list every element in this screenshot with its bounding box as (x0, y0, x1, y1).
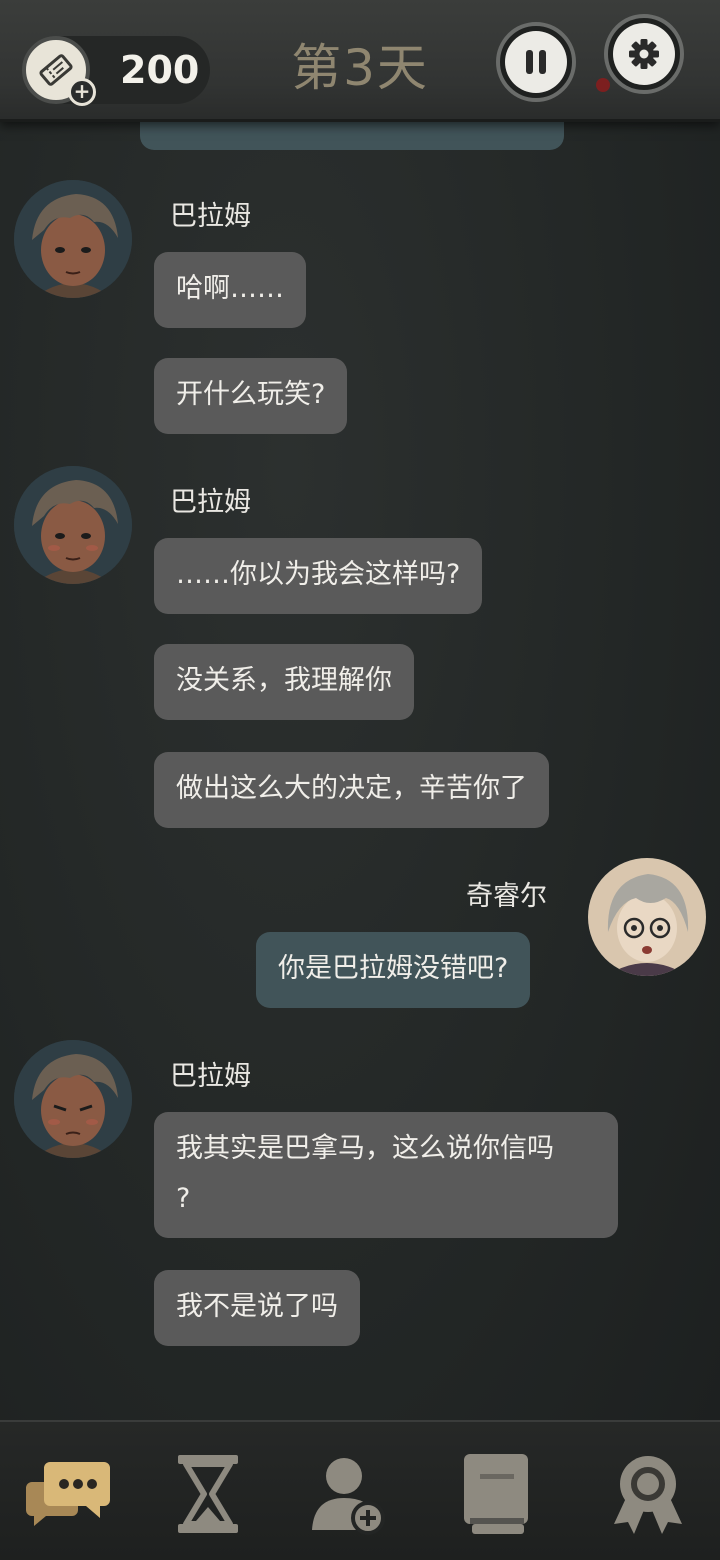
pause-button[interactable] (496, 22, 576, 102)
sender-name: 巴拉姆 (170, 1061, 251, 1092)
ticket-count: 200 (120, 48, 200, 92)
top-bar: + 200 第3天 (0, 0, 720, 122)
ticket-counter[interactable]: + 200 (22, 36, 210, 106)
nav-timeline[interactable] (158, 1444, 258, 1544)
message-bubble: 做出这么大的决定，辛苦你了 (154, 752, 549, 828)
sender-name: 巴拉姆 (170, 201, 251, 232)
day-title: 第3天 (291, 39, 429, 97)
book-icon (464, 1454, 528, 1534)
avatar-balamu[interactable] (14, 466, 132, 584)
notification-dot (596, 78, 610, 92)
message-bubble: 哈啊…… (154, 252, 306, 328)
avatar-balamu[interactable] (14, 180, 132, 298)
nav-achievements[interactable] (598, 1444, 698, 1544)
message-bubble: 开什么玩笑? (154, 358, 348, 434)
bottom-nav (0, 1420, 720, 1560)
settings-button[interactable] (604, 14, 684, 94)
achievement-medal-icon (614, 1456, 682, 1534)
avatar-balamu[interactable] (14, 1040, 132, 1158)
nav-notebook[interactable] (446, 1444, 546, 1544)
message-bubble (140, 122, 564, 150)
message-bubble: 你是巴拉姆没错吧? (256, 932, 531, 1008)
chat-log[interactable]: 巴拉姆 哈啊…… 开什么玩笑? 巴拉姆 ……你以为我会这样吗? 没关系，我理解你… (0, 122, 720, 1418)
pause-icon (526, 50, 546, 74)
gear-icon (629, 39, 659, 69)
message-bubble: 没关系，我理解你 (154, 644, 414, 720)
message-bubble: ……你以为我会这样吗? (154, 538, 483, 614)
message-bubble: 我其实是巴拿马，这么说你信吗 ? (154, 1112, 618, 1238)
plus-icon[interactable]: + (68, 78, 96, 106)
add-contact-icon (312, 1458, 385, 1535)
sender-name: 奇睿尔 (466, 881, 547, 912)
chat-bubbles-icon (26, 1462, 110, 1526)
message-bubble: 我不是说了吗 (154, 1270, 360, 1346)
nav-chat[interactable] (18, 1444, 118, 1544)
hourglass-icon (178, 1455, 238, 1533)
avatar-qiruier[interactable] (588, 858, 706, 976)
nav-contacts[interactable] (298, 1444, 398, 1544)
sender-name: 巴拉姆 (170, 487, 251, 518)
